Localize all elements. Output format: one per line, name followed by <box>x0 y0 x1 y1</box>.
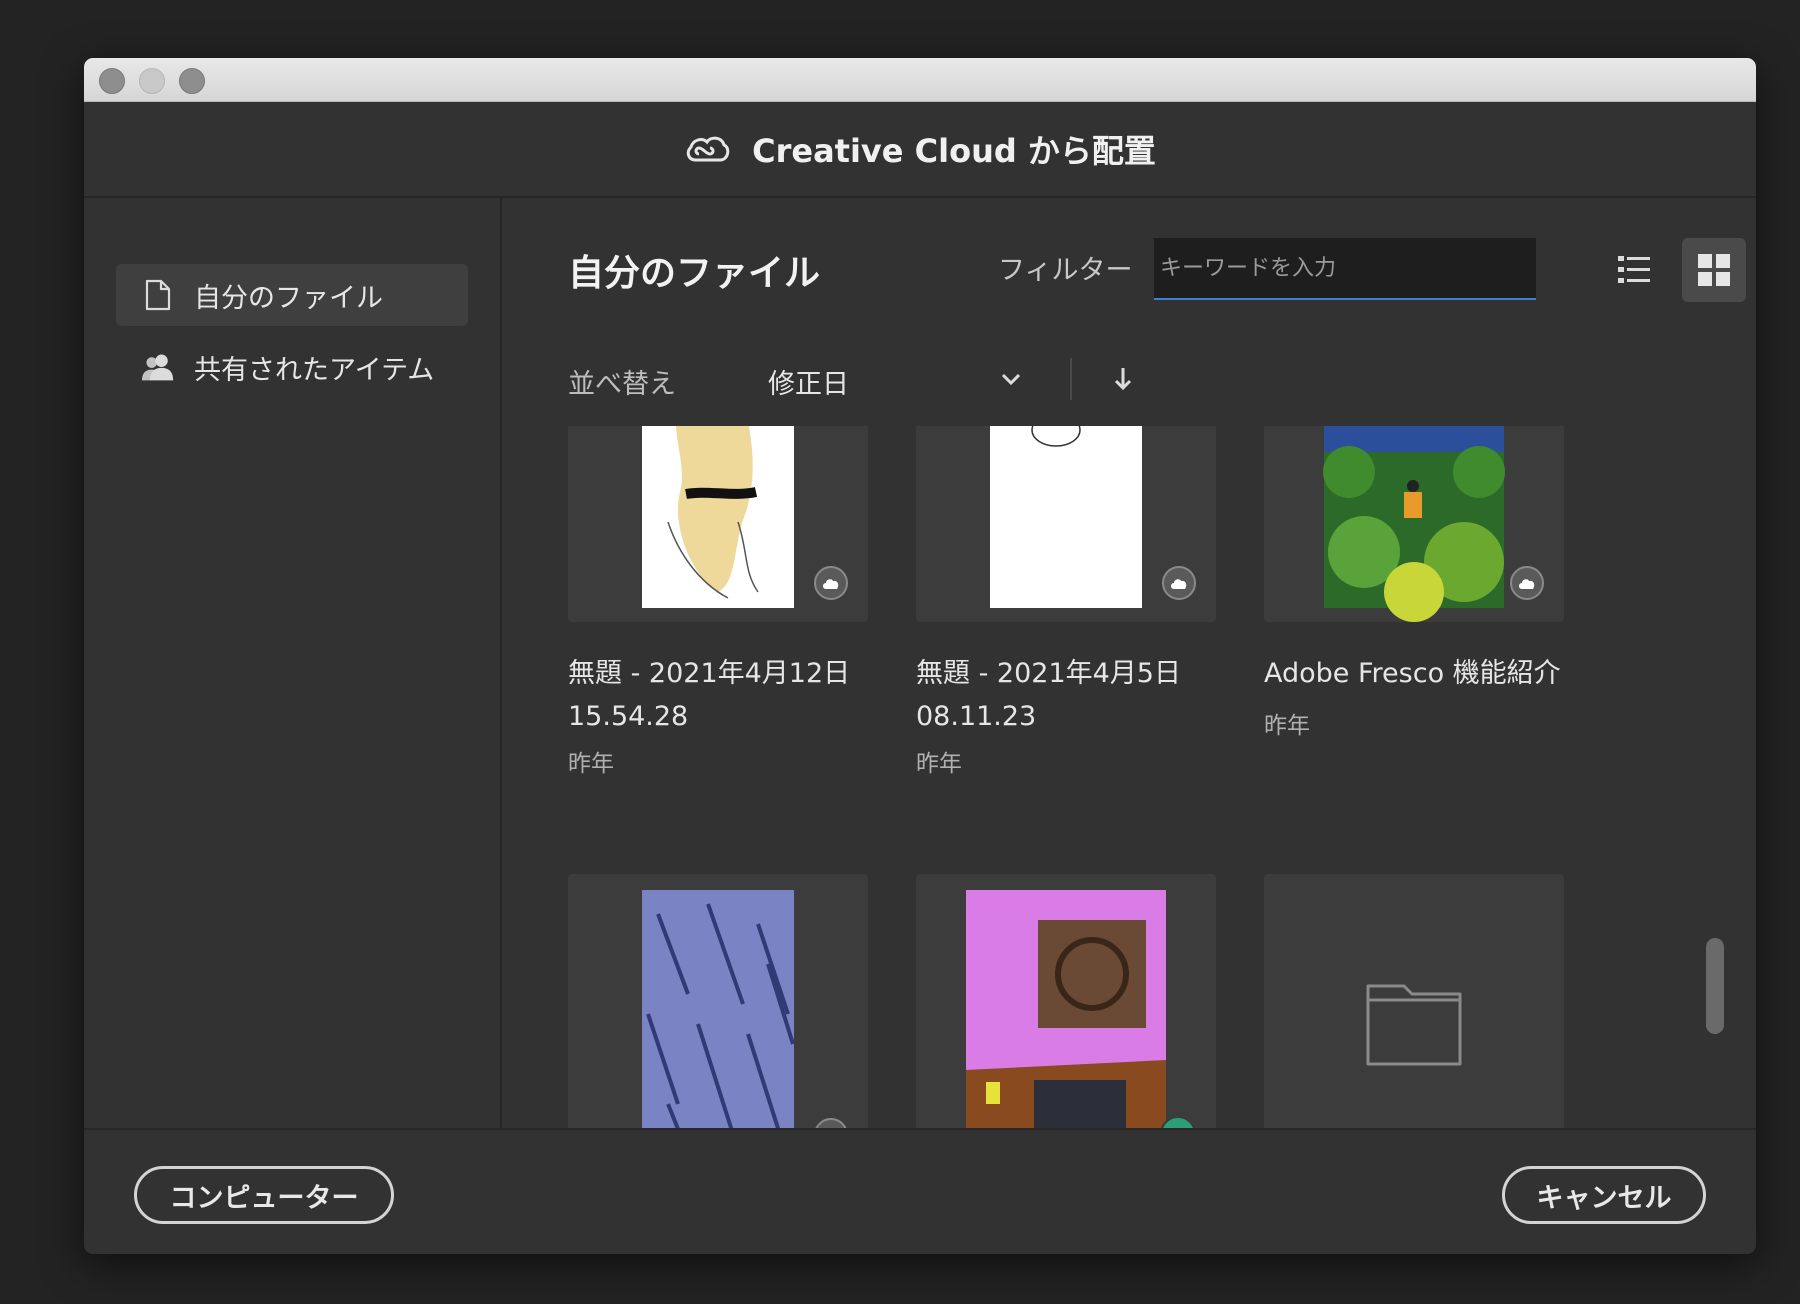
file-thumbnail <box>568 874 868 1128</box>
cloud-icon <box>814 566 848 600</box>
file-name: Adobe Fresco 機能紹介 <box>1264 658 1561 689</box>
creative-cloud-icon <box>686 136 730 162</box>
title-bar <box>84 58 1756 102</box>
file-name: 無題 - 2021年4月12日 <box>568 658 851 689</box>
cloud-icon <box>1510 566 1544 600</box>
list-view-button[interactable] <box>1602 238 1666 302</box>
sidebar-item-label: 自分のファイル <box>194 282 383 314</box>
folder-icon <box>1366 984 1462 1066</box>
file-date: 昨年 <box>916 751 962 777</box>
file-thumbnail <box>1264 426 1564 622</box>
file-thumbnail <box>916 874 1216 1128</box>
sort-direction-arrow-down-icon[interactable] <box>1108 362 1138 394</box>
sort-field-select[interactable]: 修正日 <box>768 362 849 401</box>
file-thumbnail <box>916 426 1216 622</box>
grid-view-button[interactable] <box>1682 238 1746 302</box>
close-window-button[interactable] <box>99 68 125 94</box>
users-icon <box>142 350 174 384</box>
file-name-line2: 15.54.28 <box>568 701 689 732</box>
divider <box>1070 358 1072 400</box>
grid-view-icon <box>1698 254 1730 286</box>
dialog-header: Creative Cloud から配置 <box>84 102 1756 198</box>
file-thumbnail <box>568 426 868 622</box>
cloud-icon <box>1162 566 1196 600</box>
page-title: 自分のファイル <box>568 253 821 294</box>
dialog-title: Creative Cloud から配置 <box>752 132 1156 170</box>
folder-thumbnail <box>1264 874 1564 1128</box>
sidebar-item-shared[interactable]: 共有されたアイテム <box>116 336 468 398</box>
dialog-footer: コンピューター キャンセル <box>84 1128 1756 1254</box>
file-name: 無題 - 2021年4月5日 <box>916 658 1181 689</box>
file-name-line2: 08.11.23 <box>916 701 1037 732</box>
zoom-window-button[interactable] <box>179 68 205 94</box>
file-icon <box>142 278 174 312</box>
sidebar-item-my-files[interactable]: 自分のファイル <box>116 264 468 326</box>
sidebar: 自分のファイル 共有されたアイテム <box>84 198 502 1128</box>
search-input[interactable] <box>1154 238 1536 300</box>
minimize-window-button[interactable] <box>139 68 165 94</box>
vertical-scrollbar[interactable] <box>1706 938 1724 1034</box>
file-date: 昨年 <box>568 751 614 777</box>
room-photo-thumbnail-image <box>966 890 1166 1128</box>
file-grid: 無題 - 2021年4月12日 15.54.28 昨年 無題 - 2021年4月… <box>502 426 1756 1128</box>
computer-button[interactable]: コンピューター <box>134 1166 394 1224</box>
chevron-down-icon[interactable] <box>996 364 1026 394</box>
place-from-cc-dialog: Creative Cloud から配置 自分のファイル 共有されたアイテム 自分… <box>84 58 1756 1254</box>
cancel-button[interactable]: キャンセル <box>1502 1166 1706 1224</box>
main-panel: 自分のファイル フィルター 並べ替え 修正日 <box>502 198 1756 1128</box>
file-date: 昨年 <box>1264 713 1310 739</box>
sidebar-item-label: 共有されたアイテム <box>194 354 435 386</box>
rain-pattern-thumbnail-image <box>642 890 795 1128</box>
list-view-icon <box>1618 256 1650 283</box>
filter-label: フィルター <box>998 255 1133 286</box>
sort-label: 並べ替え <box>568 369 676 400</box>
